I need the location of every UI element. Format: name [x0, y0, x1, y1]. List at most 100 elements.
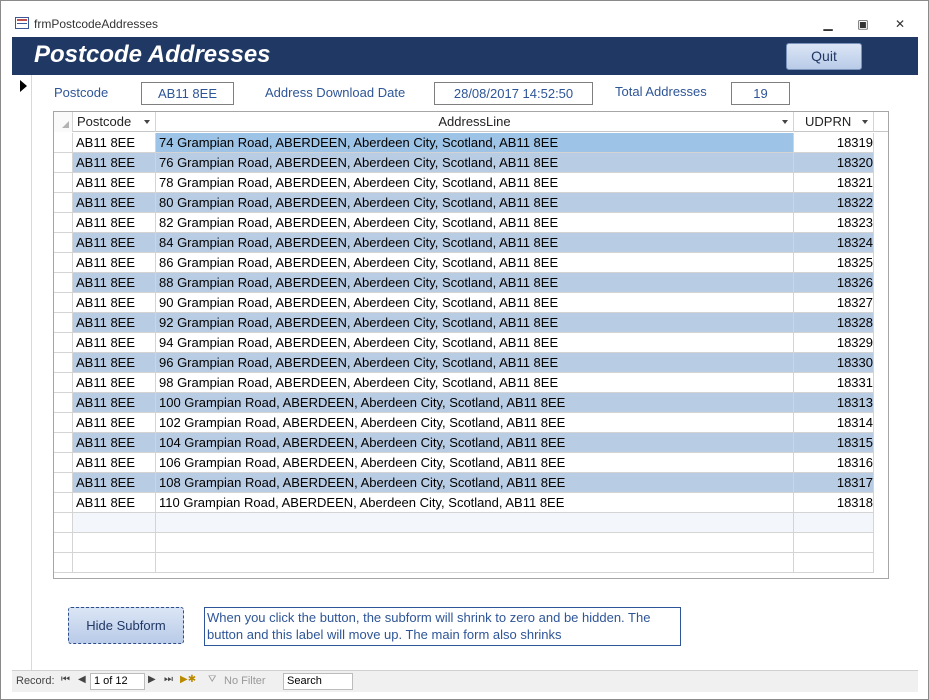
cell-postcode[interactable]: AB11 8EE [73, 393, 156, 413]
sort-dropdown-icon[interactable] [144, 120, 150, 124]
sort-dropdown-icon[interactable] [782, 120, 788, 124]
row-selector[interactable] [54, 293, 73, 313]
cell-postcode[interactable]: AB11 8EE [73, 493, 156, 513]
cell-addressline[interactable]: 104 Grampian Road, ABERDEEN, Aberdeen Ci… [156, 433, 794, 453]
cell-postcode[interactable]: AB11 8EE [73, 413, 156, 433]
empty-cell[interactable] [73, 533, 156, 553]
row-selector[interactable] [54, 133, 73, 153]
empty-cell[interactable] [54, 553, 73, 573]
row-selector[interactable] [54, 493, 73, 513]
row-selector[interactable] [54, 193, 73, 213]
cell-addressline[interactable]: 82 Grampian Road, ABERDEEN, Aberdeen Cit… [156, 213, 794, 233]
quit-button[interactable]: Quit [786, 43, 862, 70]
empty-cell[interactable] [156, 533, 794, 553]
cell-postcode[interactable]: AB11 8EE [73, 173, 156, 193]
table-row[interactable]: AB11 8EE 86 Grampian Road, ABERDEEN, Aber… [54, 253, 888, 273]
table-row[interactable]: AB11 8EE 100 Grampian Road, ABERDEEN, Abe… [54, 393, 888, 413]
table-row[interactable]: AB11 8EE 110 Grampian Road, ABERDEEN, Abe… [54, 493, 888, 513]
empty-row[interactable] [54, 553, 888, 573]
empty-cell[interactable] [794, 533, 874, 553]
empty-cell[interactable] [73, 553, 156, 573]
table-row[interactable]: AB11 8EE 92 Grampian Road, ABERDEEN, Aber… [54, 313, 888, 333]
row-selector[interactable] [54, 233, 73, 253]
cell-udprn[interactable]: 18329 [794, 333, 874, 353]
cell-udprn[interactable]: 18328 [794, 313, 874, 333]
cell-udprn[interactable]: 18322 [794, 193, 874, 213]
record-selector[interactable] [12, 75, 32, 670]
cell-postcode[interactable]: AB11 8EE [73, 293, 156, 313]
filter-icon[interactable]: ⛛ [208, 674, 216, 685]
cell-postcode[interactable]: AB11 8EE [73, 253, 156, 273]
cell-postcode[interactable]: AB11 8EE [73, 373, 156, 393]
cell-postcode[interactable]: AB11 8EE [73, 313, 156, 333]
cell-addressline[interactable]: 90 Grampian Road, ABERDEEN, Aberdeen Cit… [156, 293, 794, 313]
cell-udprn[interactable]: 18321 [794, 173, 874, 193]
empty-cell[interactable] [156, 553, 794, 573]
cell-postcode[interactable]: AB11 8EE [73, 193, 156, 213]
last-record-icon[interactable]: ⏭ [164, 674, 173, 685]
total-addresses-field[interactable]: 19 [731, 82, 790, 105]
cell-postcode[interactable]: AB11 8EE [73, 273, 156, 293]
cell-postcode[interactable]: AB11 8EE [73, 213, 156, 233]
cell-udprn[interactable]: 18326 [794, 273, 874, 293]
cell-udprn[interactable]: 18330 [794, 353, 874, 373]
empty-row[interactable] [54, 513, 888, 533]
cell-addressline[interactable]: 74 Grampian Road, ABERDEEN, Aberdeen Cit… [156, 133, 794, 153]
row-selector[interactable] [54, 353, 73, 373]
table-row[interactable]: AB11 8EE 78 Grampian Road, ABERDEEN, Aber… [54, 173, 888, 193]
cell-udprn[interactable]: 18319 [794, 133, 874, 153]
column-header-postcode[interactable]: Postcode [73, 112, 156, 132]
row-selector[interactable] [54, 473, 73, 493]
row-selector[interactable] [54, 433, 73, 453]
empty-cell[interactable] [73, 513, 156, 533]
cell-addressline[interactable]: 98 Grampian Road, ABERDEEN, Aberdeen Cit… [156, 373, 794, 393]
cell-udprn[interactable]: 18325 [794, 253, 874, 273]
cell-addressline[interactable]: 110 Grampian Road, ABERDEEN, Aberdeen Ci… [156, 493, 794, 513]
cell-postcode[interactable]: AB11 8EE [73, 233, 156, 253]
close-icon[interactable]: ✕ [885, 14, 915, 34]
cell-postcode[interactable]: AB11 8EE [73, 353, 156, 373]
cell-udprn[interactable]: 18313 [794, 393, 874, 413]
cell-addressline[interactable]: 92 Grampian Road, ABERDEEN, Aberdeen Cit… [156, 313, 794, 333]
cell-postcode[interactable]: AB11 8EE [73, 133, 156, 153]
current-record-field[interactable]: 1 of 12 [90, 673, 145, 690]
cell-addressline[interactable]: 84 Grampian Road, ABERDEEN, Aberdeen Cit… [156, 233, 794, 253]
cell-udprn[interactable]: 18316 [794, 453, 874, 473]
minimize-icon[interactable]: ▁ [813, 14, 843, 34]
cell-postcode[interactable]: AB11 8EE [73, 473, 156, 493]
cell-addressline[interactable]: 80 Grampian Road, ABERDEEN, Aberdeen Cit… [156, 193, 794, 213]
next-record-icon[interactable]: ▶ [148, 674, 156, 685]
cell-udprn[interactable]: 18331 [794, 373, 874, 393]
new-record-icon[interactable]: ▶✱ [180, 674, 196, 685]
empty-cell[interactable] [54, 513, 73, 533]
cell-addressline[interactable]: 86 Grampian Road, ABERDEEN, Aberdeen Cit… [156, 253, 794, 273]
cell-addressline[interactable]: 78 Grampian Road, ABERDEEN, Aberdeen Cit… [156, 173, 794, 193]
table-row[interactable]: AB11 8EE 82 Grampian Road, ABERDEEN, Aber… [54, 213, 888, 233]
row-selector[interactable] [54, 393, 73, 413]
table-row[interactable]: AB11 8EE 108 Grampian Road, ABERDEEN, Abe… [54, 473, 888, 493]
cell-postcode[interactable]: AB11 8EE [73, 153, 156, 173]
row-selector[interactable] [54, 153, 73, 173]
search-input[interactable]: Search [283, 673, 353, 690]
table-row[interactable]: AB11 8EE 76 Grampian Road, ABERDEEN, Aber… [54, 153, 888, 173]
row-selector[interactable] [54, 333, 73, 353]
cell-addressline[interactable]: 106 Grampian Road, ABERDEEN, Aberdeen Ci… [156, 453, 794, 473]
row-selector[interactable] [54, 313, 73, 333]
table-row[interactable]: AB11 8EE 94 Grampian Road, ABERDEEN, Aber… [54, 333, 888, 353]
row-selector[interactable] [54, 273, 73, 293]
empty-cell[interactable] [54, 533, 73, 553]
cell-udprn[interactable]: 18327 [794, 293, 874, 313]
cell-udprn[interactable]: 18314 [794, 413, 874, 433]
restore-icon[interactable]: ▣ [848, 14, 878, 34]
cell-postcode[interactable]: AB11 8EE [73, 453, 156, 473]
cell-addressline[interactable]: 96 Grampian Road, ABERDEEN, Aberdeen Cit… [156, 353, 794, 373]
table-row[interactable]: AB11 8EE 106 Grampian Road, ABERDEEN, Abe… [54, 453, 888, 473]
download-date-field[interactable]: 28/08/2017 14:52:50 [434, 82, 593, 105]
table-row[interactable]: AB11 8EE 102 Grampian Road, ABERDEEN, Abe… [54, 413, 888, 433]
row-selector[interactable] [54, 373, 73, 393]
hide-subform-button[interactable]: Hide Subform [68, 607, 184, 644]
cell-postcode[interactable]: AB11 8EE [73, 433, 156, 453]
cell-udprn[interactable]: 18324 [794, 233, 874, 253]
empty-cell[interactable] [794, 553, 874, 573]
table-row[interactable]: AB11 8EE 84 Grampian Road, ABERDEEN, Aber… [54, 233, 888, 253]
